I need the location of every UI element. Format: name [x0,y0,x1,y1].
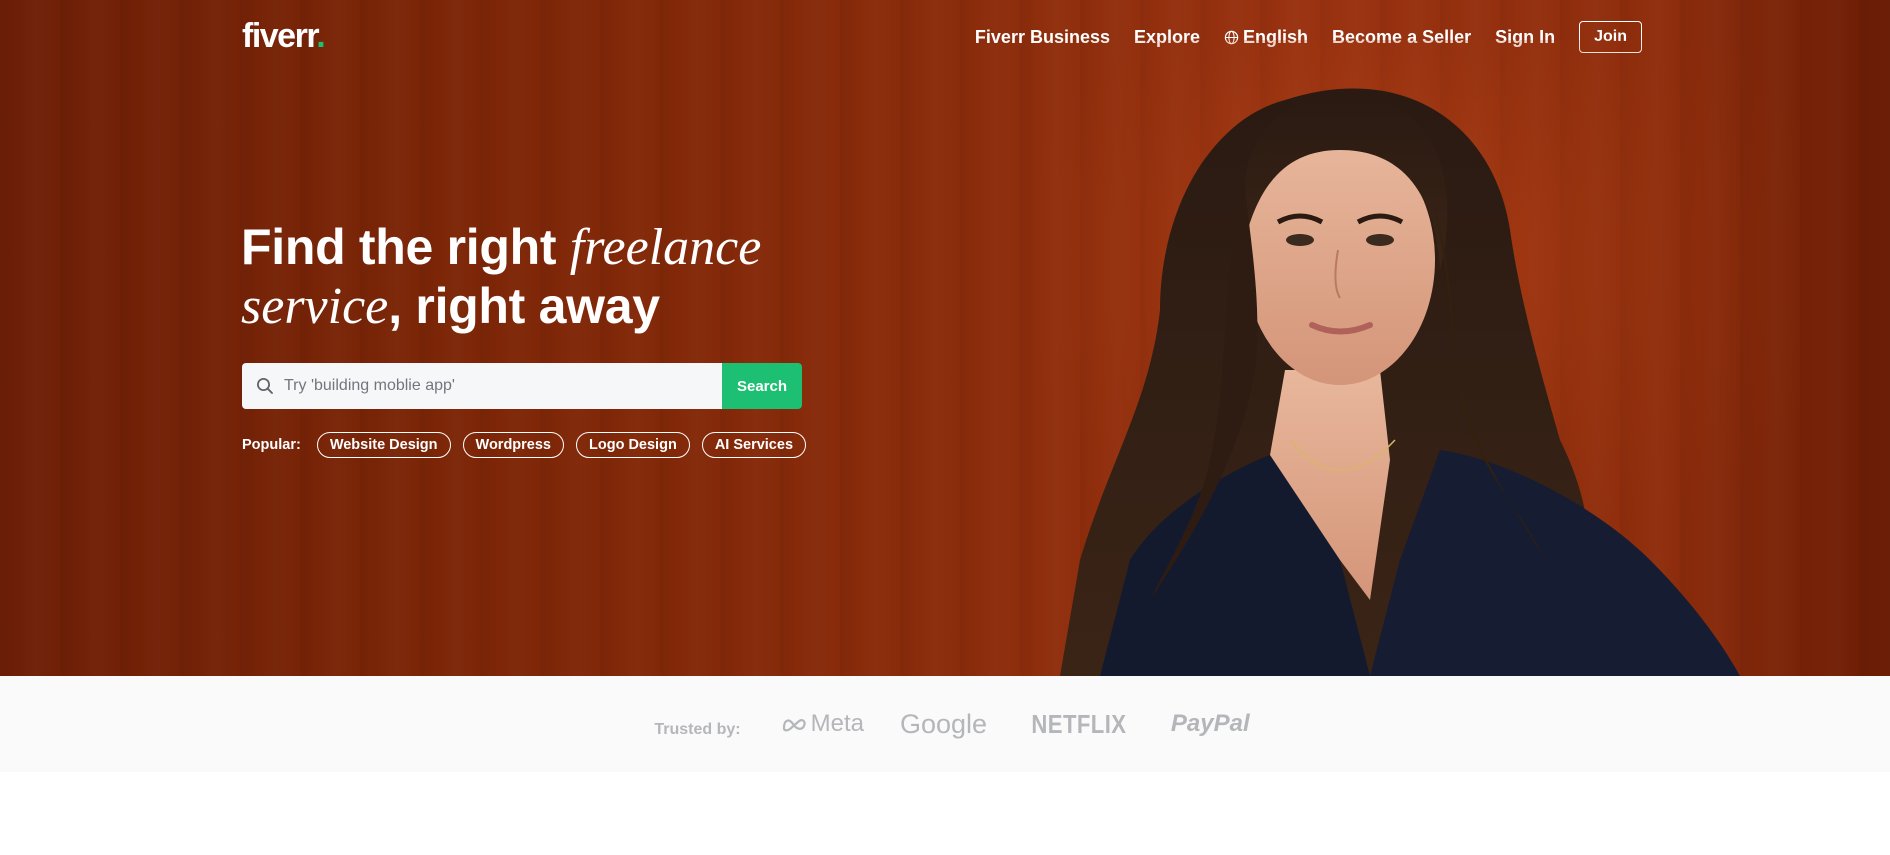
headline-italic-2: service [241,278,389,335]
search-input[interactable] [284,377,722,395]
popular-chip-website-design[interactable]: Website Design [316,432,451,458]
search-bar: Search [242,363,802,409]
meta-infinity-icon [782,719,806,732]
meta-logo: Meta [781,710,864,738]
trusted-by-label: Trusted by: [654,721,741,738]
search-button[interactable]: Search [722,363,802,409]
hero-banner: fiverr. Fiverr Business Explore English … [0,0,1890,676]
search-field-wrapper [242,363,722,409]
fiverr-logo[interactable]: fiverr. [242,16,326,56]
popular-label: Popular: [242,437,301,453]
hero-headline: Find the right freelance service, right a… [241,218,861,336]
headline-text-2: , right away [388,278,660,334]
popular-searches: Popular: Website Design Wordpress Logo D… [242,432,807,458]
headline-italic-1: freelance [569,219,762,276]
popular-chip-logo-design[interactable]: Logo Design [576,432,690,458]
google-logo: Google [899,708,988,739]
hero-portrait-image [1040,40,1800,676]
paypal-logo: PayPal [1170,710,1250,737]
popular-chip-ai-services[interactable]: AI Services [701,432,807,458]
logo-dot: . [316,17,325,55]
meta-logo-text: Meta [810,710,864,737]
popular-chip-wordpress[interactable]: Wordpress [462,432,564,458]
logo-text: fiverr [242,17,318,55]
trusted-by-bar: Trusted by: Meta Google NETFLIX PayPal [0,676,1890,772]
headline-text-1: Find the right [241,219,570,275]
search-icon [257,378,273,394]
netflix-logo: NETFLIX [1031,708,1127,739]
